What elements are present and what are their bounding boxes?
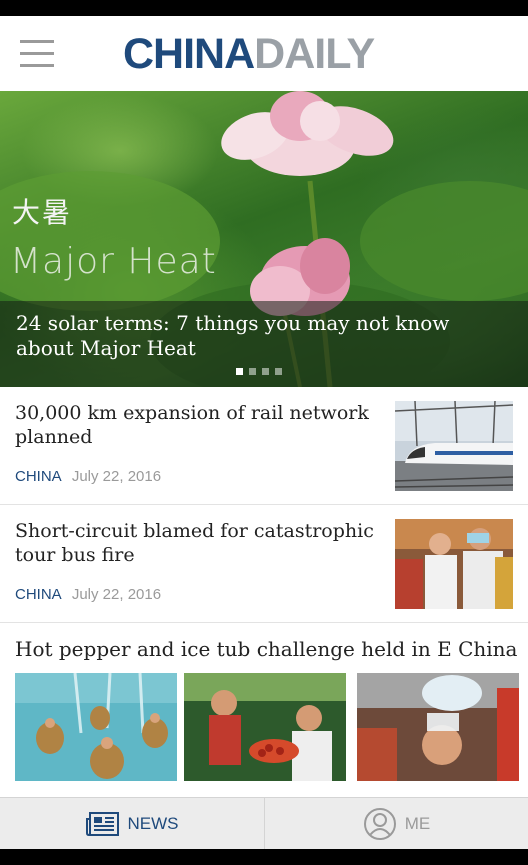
article-thumbnail-train[interactable] — [395, 401, 513, 491]
hero-overlay-english: Major Heat — [10, 241, 217, 282]
top-app-bar: CHINA DAILY — [0, 16, 528, 91]
article-meta: CHINA July 22, 2016 — [15, 468, 161, 485]
status-bar — [0, 0, 528, 16]
hero-headline[interactable]: 24 solar terms: 7 things you may not kno… — [16, 311, 512, 361]
bottom-navigation: NEWS ME — [0, 797, 528, 849]
tab-news[interactable]: NEWS — [0, 798, 264, 849]
gallery-photo-peppers[interactable] — [184, 673, 346, 781]
hamburger-menu-icon[interactable] — [20, 40, 56, 70]
article-item[interactable]: 30,000 km expansion of rail network plan… — [0, 387, 528, 505]
article-title[interactable]: Short-circuit blamed for catastrophic to… — [15, 519, 375, 567]
hero-overlay-chinese: 大暑 — [12, 196, 73, 229]
gallery-title[interactable]: Hot pepper and ice tub challenge held in… — [15, 637, 517, 661]
gallery-photo-tubs[interactable] — [15, 673, 177, 781]
tab-me-label: ME — [404, 814, 431, 833]
app-screen: CHINA DAILY 大暑 Major Heat 24 solar terms: — [0, 16, 528, 849]
tab-me[interactable]: ME — [264, 798, 528, 849]
article-date: July 22, 2016 — [71, 468, 162, 485]
hero-carousel[interactable]: 大暑 Major Heat 24 solar terms: 7 things y… — [0, 91, 528, 387]
china-daily-logo: CHINA DAILY — [123, 29, 375, 78]
user-profile-icon — [363, 808, 396, 840]
article-item[interactable]: Short-circuit blamed for catastrophic to… — [0, 505, 528, 623]
carousel-dot-3[interactable] — [262, 368, 269, 375]
photo-gallery-item[interactable]: Hot pepper and ice tub challenge held in… — [0, 623, 528, 803]
article-thumbnail-people[interactable] — [395, 519, 513, 609]
logo-part-china: CHINA — [123, 29, 255, 78]
article-category[interactable]: CHINA — [15, 586, 62, 603]
article-category[interactable]: CHINA — [15, 468, 62, 485]
news-icon — [85, 812, 119, 836]
carousel-dot-1[interactable] — [236, 368, 243, 375]
carousel-dot-2[interactable] — [249, 368, 256, 375]
article-title[interactable]: 30,000 km expansion of rail network plan… — [15, 401, 375, 449]
article-date: July 22, 2016 — [71, 586, 162, 603]
tab-news-label: NEWS — [127, 814, 179, 833]
article-meta: CHINA July 22, 2016 — [15, 586, 161, 603]
gallery-photo-ice[interactable] — [357, 673, 519, 781]
carousel-dot-4[interactable] — [275, 368, 282, 375]
logo-part-daily: DAILY — [254, 29, 375, 78]
system-nav-bar — [0, 849, 528, 865]
carousel-indicator — [236, 368, 282, 375]
